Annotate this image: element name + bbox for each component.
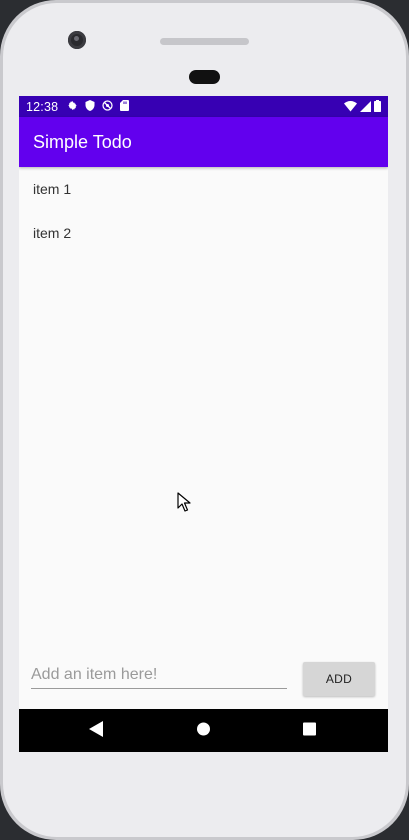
back-icon[interactable] [89, 721, 103, 737]
status-icons-right [344, 100, 381, 112]
list-item[interactable]: item 2 [19, 211, 388, 255]
battery-icon [374, 100, 381, 112]
mouse-cursor-icon [177, 492, 191, 512]
add-button[interactable]: ADD [303, 662, 375, 696]
device-screen: 12:38 Simple Todo item 1 item 2 ADD [19, 96, 388, 752]
add-item-input[interactable] [31, 662, 287, 689]
signal-icon [360, 100, 371, 112]
recents-icon[interactable] [303, 721, 316, 737]
list-item[interactable]: item 1 [19, 167, 388, 211]
settings-icon [68, 100, 77, 111]
earpiece-speaker [160, 38, 249, 45]
sd-card-icon [120, 100, 129, 111]
todo-list[interactable]: item 1 item 2 [19, 167, 388, 255]
status-time: 12:38 [26, 100, 59, 114]
proximity-sensor [189, 70, 220, 84]
app-bar: Simple Todo [19, 117, 388, 167]
add-item-row: ADD [19, 654, 388, 706]
status-icons-left [67, 100, 129, 111]
system-nav-bar [19, 709, 388, 752]
home-icon[interactable] [196, 721, 211, 737]
status-bar: 12:38 [19, 96, 388, 117]
shield-icon [85, 100, 95, 111]
wifi-icon [344, 100, 357, 111]
app-title: Simple Todo [33, 132, 132, 152]
front-camera [68, 31, 86, 49]
no-sim-icon [102, 100, 113, 111]
